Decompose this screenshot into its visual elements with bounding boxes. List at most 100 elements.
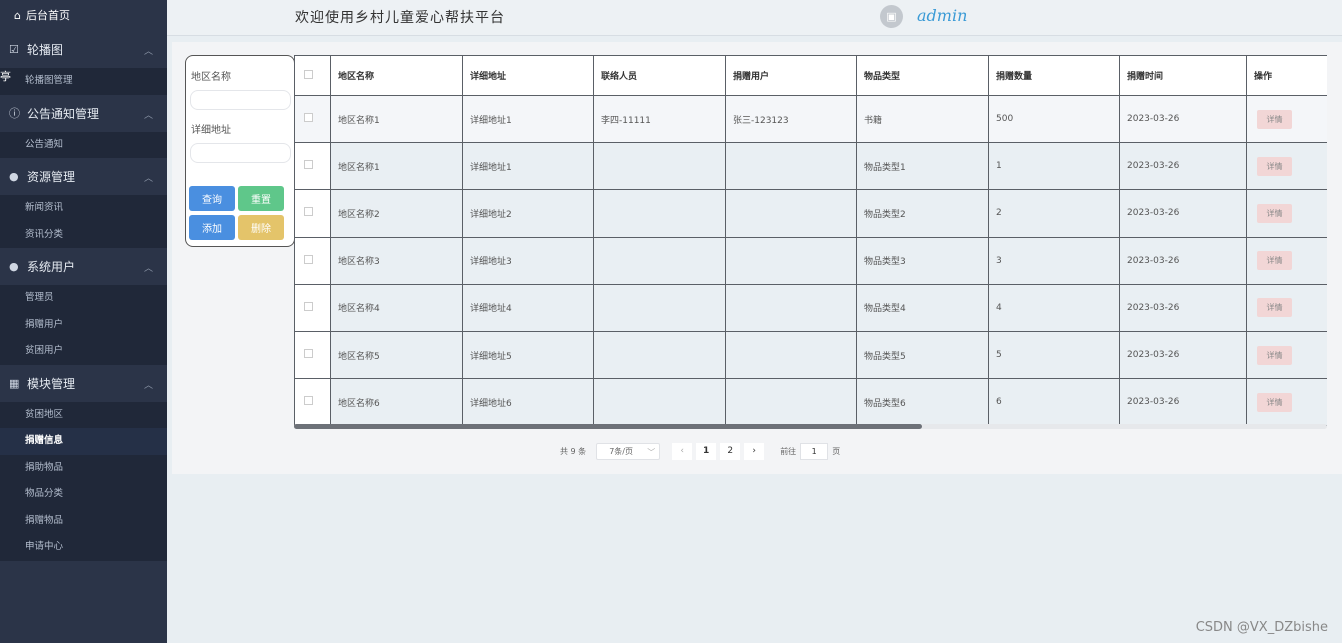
chevron-left-icon: ‹ (680, 446, 684, 456)
table-row[interactable]: 地区名称2 详细地址2 物品类型2 2 2023-03-26 详情 (294, 189, 1327, 238)
address-input[interactable] (190, 143, 291, 163)
sidebar-item-poor-region[interactable]: 贫困地区 (0, 402, 167, 429)
sidebar-home[interactable]: ⌂ 后台首页 (0, 0, 167, 31)
table-row[interactable]: 地区名称4 详细地址4 物品类型4 4 2023-03-26 详情 (294, 283, 1327, 332)
sidebar-item-donation-info[interactable]: 捐赠信息 (0, 428, 167, 455)
row-checkbox[interactable] (304, 349, 313, 359)
sidebar-item-news-category[interactable]: 资讯分类 (0, 222, 167, 249)
sidebar-group-users[interactable]: ● 系统用户 ︿ (0, 248, 167, 285)
detail-button[interactable]: 详情 (1257, 298, 1292, 318)
row-checkbox[interactable] (304, 160, 313, 170)
table-cell: 地区名称1 (330, 142, 463, 191)
table-cell: 详细地址6 (462, 378, 594, 427)
sidebar-item-carousel-manage[interactable]: 轮播图管理 (0, 68, 167, 95)
watermark: CSDN @VX_DZbishe (1195, 620, 1328, 635)
sidebar-group-label: 系统用户 (27, 260, 76, 274)
sidebar-group-resource[interactable]: ● 资源管理 ︿ (0, 158, 167, 195)
sidebar-group-label: 公告通知管理 (27, 106, 100, 121)
detail-button[interactable]: 详情 (1257, 203, 1292, 223)
table-row[interactable]: 地区名称1 详细地址1 物品类型1 1 2023-03-26 详情 (294, 142, 1327, 191)
table-cell: 2023-03-26 (1119, 142, 1247, 191)
sidebar-item-goods-category[interactable]: 物品分类 (0, 481, 167, 508)
query-button[interactable]: 查询 (189, 186, 235, 211)
col-header[interactable]: 联络人员 (593, 55, 726, 96)
avatar[interactable]: ▣ (880, 5, 903, 28)
reset-button[interactable]: 重置 (238, 186, 284, 211)
horizontal-scrollbar[interactable] (294, 424, 922, 429)
col-header[interactable]: 捐赠时间 (1119, 55, 1247, 96)
stray-character: 亭 (0, 70, 11, 83)
col-header: 操作 (1246, 55, 1327, 96)
sidebar-item-aid-goods[interactable]: 捐助物品 (0, 455, 167, 482)
detail-button[interactable]: 详情 (1257, 392, 1292, 412)
table-cell: 地区名称4 (330, 283, 463, 332)
sidebar-submenu: 公告通知 (0, 131, 167, 159)
sidebar-item-poor-user[interactable]: 贫困用户 (0, 338, 167, 365)
sidebar-item-apply-center[interactable]: 申请中心 (0, 534, 167, 561)
page-button[interactable]: 2 (720, 442, 741, 460)
select-all-checkbox[interactable] (304, 69, 313, 79)
col-header[interactable]: 捐赠用户 (725, 55, 857, 96)
pagination: 共 9 条 7条/页 ﹀ ‹ 1 2 › 前往 1 页 (560, 442, 840, 460)
table-cell: 5 (988, 330, 1120, 380)
table-cell: 地区名称5 (330, 330, 463, 380)
delete-button[interactable]: 删除 (238, 215, 284, 240)
page-button[interactable]: 1 (696, 442, 717, 460)
col-header[interactable]: 详细地址 (462, 55, 594, 96)
sidebar-submenu: 贫困地区 捐赠信息 捐助物品 物品分类 捐赠物品 申请中心 (0, 401, 167, 561)
row-checkbox[interactable] (304, 301, 313, 311)
sidebar-group-notice[interactable]: ⓘ 公告通知管理 ︿ (0, 94, 167, 132)
row-select-cell (294, 236, 331, 285)
goto-page-input[interactable]: 1 (800, 442, 829, 460)
sidebar-submenu: 轮播图管理 (0, 68, 167, 95)
row-select-cell (294, 378, 331, 427)
image-icon: ☑ (9, 43, 19, 56)
next-page-button[interactable]: › (744, 442, 765, 460)
total-count: 共 9 条 (560, 446, 587, 456)
select-all-cell (294, 55, 331, 96)
detail-button[interactable]: 详情 (1257, 156, 1292, 176)
row-checkbox[interactable] (304, 254, 313, 264)
prev-page-button[interactable]: ‹ (672, 442, 693, 460)
goto-label: 前往 (780, 446, 797, 456)
sidebar-item-donor[interactable]: 捐赠用户 (0, 312, 167, 339)
detail-button[interactable]: 详情 (1257, 109, 1292, 129)
table-cell: 物品类型6 (856, 378, 989, 427)
table-cell: 书籍 (856, 94, 989, 144)
username[interactable]: admin (917, 6, 967, 25)
col-header[interactable]: 物品类型 (856, 55, 989, 96)
detail-button[interactable]: 详情 (1257, 251, 1292, 271)
table-row[interactable]: 地区名称3 详细地址3 物品类型3 3 2023-03-26 详情 (294, 236, 1327, 285)
sidebar-item-news[interactable]: 新闻资讯 (0, 195, 167, 222)
table-cell: 详细地址1 (462, 142, 594, 191)
sidebar-item-donated-goods[interactable]: 捐赠物品 (0, 508, 167, 535)
table-cell: 2023-03-26 (1119, 378, 1247, 427)
table-cell (725, 283, 857, 332)
chevron-down-icon: ﹀ (647, 447, 656, 457)
add-button[interactable]: 添加 (189, 215, 235, 240)
table-row[interactable]: 地区名称1 详细地址1 李四-11111 张三-123123 书籍 500 2023-03-… (294, 94, 1327, 144)
row-checkbox[interactable] (304, 113, 313, 123)
page-size-select[interactable]: 7条/页 ﹀ (596, 442, 661, 460)
sidebar-item-notice[interactable]: 公告通知 (0, 132, 167, 159)
row-checkbox[interactable] (304, 396, 313, 406)
table-cell: 张三-123123 (725, 94, 857, 144)
location-icon: ● (9, 170, 19, 183)
table-cell (593, 189, 726, 238)
col-header[interactable]: 捐赠数量 (988, 55, 1120, 96)
table-row[interactable]: 地区名称6 详细地址6 物品类型6 6 2023-03-26 详情 (294, 378, 1327, 427)
region-input[interactable] (190, 90, 291, 110)
table-cell: 物品类型1 (856, 142, 989, 191)
col-header[interactable]: 地区名称 (330, 55, 463, 96)
chevron-up-icon: ︿ (143, 110, 153, 121)
table-row[interactable]: 地区名称5 详细地址5 物品类型5 5 2023-03-26 详情 (294, 330, 1327, 380)
action-cell: 详情 (1246, 236, 1327, 285)
table-cell: 地区名称6 (330, 378, 463, 427)
sidebar-group-modules[interactable]: ▦ 模块管理 ︿ (0, 364, 167, 402)
detail-button[interactable]: 详情 (1257, 345, 1292, 365)
search-panel: 地区名称 详细地址 查询 重置 添加 删除 (185, 55, 295, 247)
row-checkbox[interactable] (304, 207, 313, 217)
sidebar-group-carousel[interactable]: ☑ 轮播图 ︿ (0, 31, 167, 68)
table-header-row: 地区名称 详细地址 联络人员 捐赠用户 物品类型 捐赠数量 捐赠时间 操作 (294, 55, 1327, 96)
sidebar-item-admin[interactable]: 管理员 (0, 285, 167, 312)
